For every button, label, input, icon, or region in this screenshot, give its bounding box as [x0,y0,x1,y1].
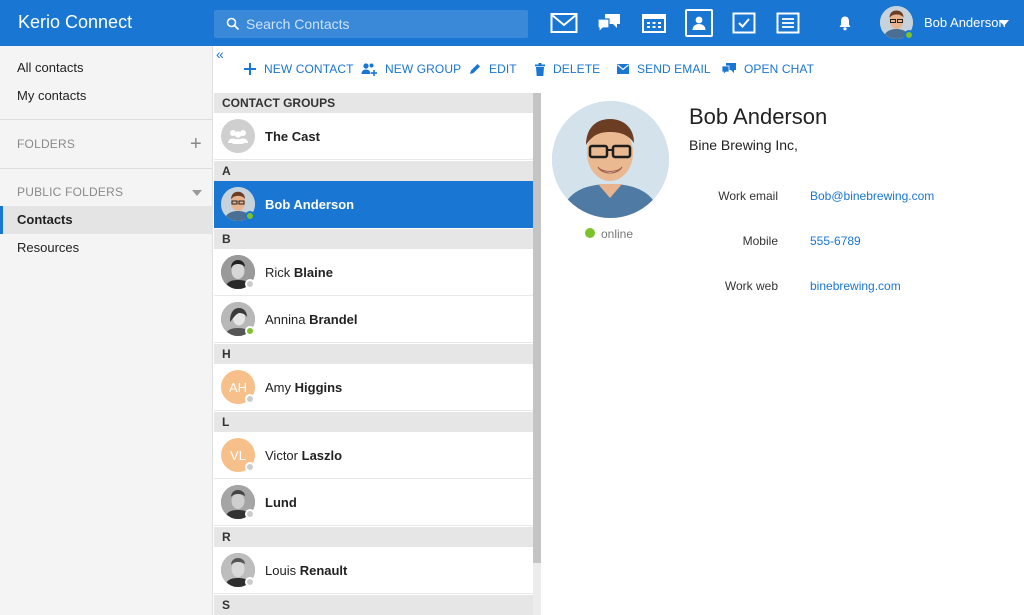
status-badge [245,394,255,404]
chat-icon[interactable] [595,9,623,37]
chat-bubble-icon [722,63,736,75]
search-input[interactable] [246,10,522,38]
field-label: Mobile [742,234,778,248]
top-bar: Kerio Connect Bob Anderson [0,0,1024,46]
chevron-down-icon[interactable] [999,20,1009,26]
contact-name: Louis Renault [265,563,348,578]
mail-icon[interactable] [550,9,578,37]
section-header: CONTACT GROUPS [214,93,533,113]
group-add-icon [361,63,377,76]
contact-name: Lund [265,495,297,510]
user-name[interactable]: Bob Anderson [924,15,1006,30]
group-name: The Cast [265,129,320,144]
sidebar: All contacts My contacts FOLDERS + PUBLI… [0,46,213,615]
web-link[interactable]: binebrewing.com [810,279,901,293]
sidebar-item-resources[interactable]: Resources [0,234,213,262]
sidebar-item-contacts[interactable]: Contacts [0,206,213,234]
table-row[interactable]: Annina Brandel [214,296,533,343]
toolbar: NEW CONTACT NEW GROUP EDIT DELETE SEND E… [214,55,1024,83]
table-row[interactable]: Louis Renault [214,547,533,594]
plus-icon [244,63,256,75]
new-group-button[interactable]: NEW GROUP [361,55,461,83]
section-header: A [214,161,533,181]
new-contact-label: NEW CONTACT [264,62,354,76]
new-group-label: NEW GROUP [385,62,462,76]
status-badge [245,211,255,221]
section-header: L [214,412,533,432]
field-label: Work web [724,279,778,293]
delete-button[interactable]: DELETE [535,55,600,83]
edit-button[interactable]: EDIT [469,55,517,83]
calendar-icon[interactable] [640,9,668,37]
search-icon [226,17,240,36]
status-badge [245,509,255,519]
section-header: B [214,229,533,249]
contacts-icon[interactable] [685,9,713,37]
chevron-down-icon[interactable] [192,190,202,196]
company-name: Bine Brewing Inc, [689,137,798,153]
table-row[interactable]: AH Amy Higgins [214,364,533,411]
divider [0,168,213,169]
scrollbar[interactable] [533,93,541,563]
section-header: R [214,527,533,547]
status-badge [245,326,255,336]
folders-heading: FOLDERS [17,137,76,151]
send-email-button[interactable]: SEND EMAIL [617,55,711,83]
divider [0,119,213,120]
phone-link[interactable]: 555-6789 [810,234,861,248]
pencil-icon [470,64,480,74]
contact-name: Victor Laszlo [265,448,343,463]
email-link[interactable]: Bob@binebrewing.com [810,189,934,203]
contact-name: Rick Blaine [265,265,333,280]
public-folders-heading[interactable]: PUBLIC FOLDERS [17,185,123,199]
status-text: online [601,227,634,241]
status-badge [245,279,255,289]
open-chat-button[interactable]: OPEN CHAT [722,55,814,83]
search-box[interactable] [214,10,528,38]
contact-name: Bob Anderson [265,197,355,212]
bell-icon[interactable] [838,15,852,36]
status-badge [585,228,595,238]
list-item[interactable]: The Cast [214,113,533,160]
status-badge [245,577,255,587]
table-row[interactable]: Rick Blaine [214,249,533,296]
section-header: S [214,595,533,615]
app-title: Kerio Connect [18,12,133,32]
section-header: H [214,344,533,364]
sidebar-item-all-contacts[interactable]: All contacts [0,54,213,82]
contact-list: CONTACT GROUPS The Cast A Bob Anderson B… [214,93,533,615]
contact-name-heading: Bob Anderson [689,104,828,129]
notes-icon[interactable] [774,9,802,37]
avatar [552,101,669,218]
open-chat-label: OPEN CHAT [744,62,815,76]
user-status-dot [904,30,914,40]
send-email-label: SEND EMAIL [637,62,711,76]
edit-label: EDIT [489,62,517,76]
delete-label: DELETE [553,62,601,76]
status-badge [245,462,255,472]
sidebar-item-my-contacts[interactable]: My contacts [0,82,213,110]
new-contact-button[interactable]: NEW CONTACT [244,55,354,83]
table-row[interactable]: Lund [214,479,533,526]
contact-name: Annina Brandel [265,312,358,327]
tasks-icon[interactable] [730,9,758,37]
add-folder-icon[interactable]: + [190,134,202,154]
envelope-icon [617,64,629,74]
trash-icon [535,62,545,76]
table-row[interactable]: VL Victor Laszlo [214,432,533,479]
field-label: Work email [718,189,778,203]
group-icon [221,119,255,153]
contact-name: Amy Higgins [265,380,343,395]
table-row[interactable]: Bob Anderson [214,181,533,228]
